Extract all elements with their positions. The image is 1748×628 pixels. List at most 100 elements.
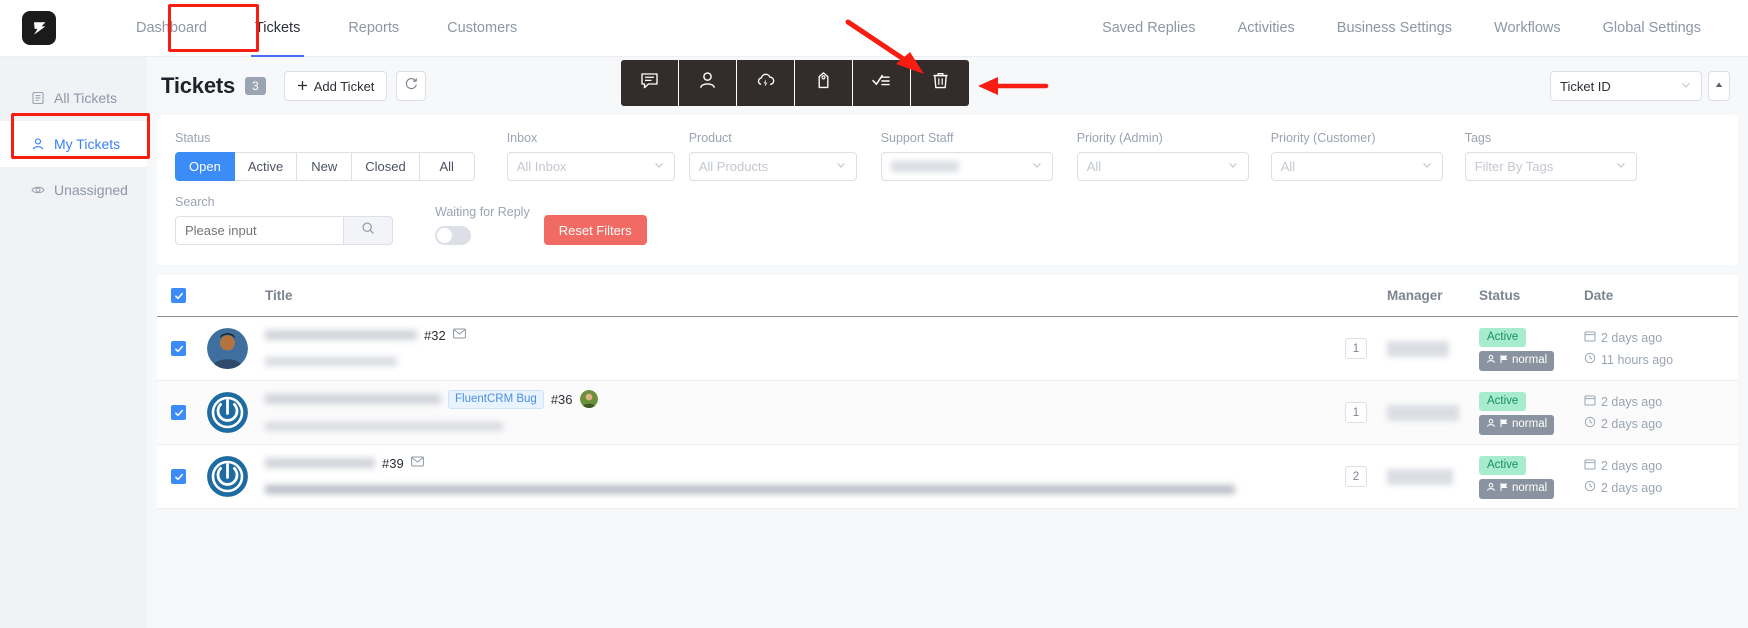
row-reply-cell: 1 xyxy=(1325,402,1387,423)
bulk-delete-button[interactable] xyxy=(911,60,969,106)
nav-item-customers[interactable]: Customers xyxy=(447,0,517,57)
created-date-line: 2 days ago xyxy=(1584,394,1724,409)
table-row[interactable]: #39 2 Active normal 2 days ago 2 days ag… xyxy=(157,445,1738,509)
flag-icon xyxy=(1499,354,1509,368)
filter-tags-label: Tags xyxy=(1464,131,1492,145)
refresh-icon xyxy=(405,77,418,95)
sort-direction-button[interactable] xyxy=(1708,71,1730,101)
status-option-all[interactable]: All xyxy=(419,152,475,181)
priority-admin-select[interactable]: All xyxy=(1076,152,1249,181)
column-header-title: Title xyxy=(265,288,293,303)
chevron-down-icon xyxy=(1680,79,1692,94)
row-checkbox[interactable] xyxy=(171,341,186,356)
chevron-down-icon xyxy=(1227,159,1239,174)
row-status-cell: Active normal xyxy=(1479,327,1584,371)
filter-support-staff-label: Support Staff xyxy=(880,131,954,145)
primary-nav: Dashboard Tickets Reports Customers xyxy=(112,0,541,57)
bulk-reply-button[interactable] xyxy=(621,60,679,106)
inbox-select[interactable]: All Inbox xyxy=(506,152,675,181)
updated-date-line: 11 hours ago xyxy=(1584,352,1724,367)
nav-item-global-settings[interactable]: Global Settings xyxy=(1603,0,1701,57)
nav-item-reports[interactable]: Reports xyxy=(348,0,399,57)
app-logo[interactable] xyxy=(22,11,56,45)
status-badge: Active xyxy=(1479,327,1527,347)
reset-filters-button[interactable]: Reset Filters xyxy=(543,215,647,245)
tag-icon xyxy=(813,70,834,96)
table-header-row: Title Manager Status Date xyxy=(157,275,1738,317)
sidebar-item-unassigned[interactable]: Unassigned xyxy=(0,167,147,213)
product-select-value: All Products xyxy=(698,159,769,174)
user-icon xyxy=(30,137,45,152)
search-input[interactable] xyxy=(175,216,343,245)
filters-panel: Status Open Active New Closed All Inbox … xyxy=(157,115,1738,265)
nav-item-dashboard[interactable]: Dashboard xyxy=(136,0,207,57)
filter-priority-admin-label: Priority (Admin) xyxy=(1076,131,1163,145)
nav-item-saved-replies[interactable]: Saved Replies xyxy=(1102,0,1196,57)
row-avatar-cell xyxy=(207,392,265,433)
chevron-down-icon xyxy=(1615,159,1627,174)
ticket-subject-redacted xyxy=(265,394,441,404)
nav-item-tickets[interactable]: Tickets xyxy=(250,0,305,57)
bulk-tag-button[interactable] xyxy=(795,60,853,106)
support-staff-select[interactable] xyxy=(880,152,1053,181)
refresh-button[interactable] xyxy=(396,71,427,101)
status-badge: Active xyxy=(1479,391,1527,411)
created-date: 2 days ago xyxy=(1601,394,1663,409)
avatar xyxy=(207,392,248,433)
search-button[interactable] xyxy=(343,216,393,245)
chevron-down-icon xyxy=(1031,159,1043,174)
sidebar-item-label: Unassigned xyxy=(54,182,128,198)
nav-item-business-settings[interactable]: Business Settings xyxy=(1337,0,1452,57)
priority-customer-select[interactable]: All xyxy=(1270,152,1443,181)
envelope-icon xyxy=(452,326,466,344)
filter-priority-customer: Priority (Customer) All xyxy=(1270,131,1443,181)
waiting-for-reply-toggle[interactable] xyxy=(435,226,471,245)
status-option-open[interactable]: Open xyxy=(175,152,235,181)
tickets-table: Title Manager Status Date #32 1 Active n… xyxy=(157,275,1738,509)
status-option-closed[interactable]: Closed xyxy=(352,152,420,181)
chevron-down-icon xyxy=(835,159,847,174)
avatar xyxy=(207,328,248,369)
table-row[interactable]: FluentCRM Bug #36 1 Active normal 2 days… xyxy=(157,381,1738,445)
row-select-cell xyxy=(171,341,207,356)
row-date-cell: 2 days ago 2 days ago xyxy=(1584,458,1724,495)
row-date-cell: 2 days ago 2 days ago xyxy=(1584,394,1724,431)
add-ticket-label: Add Ticket xyxy=(313,78,375,94)
chevron-down-icon xyxy=(1421,159,1433,174)
row-status-cell: Active normal xyxy=(1479,391,1584,435)
sidebar-item-all-tickets[interactable]: All Tickets xyxy=(0,75,147,121)
avatar xyxy=(207,456,248,497)
add-ticket-button[interactable]: Add Ticket xyxy=(283,71,388,101)
sidebar-item-my-tickets[interactable]: My Tickets xyxy=(0,121,147,167)
bulk-assign-agent-button[interactable] xyxy=(679,60,737,106)
created-date: 2 days ago xyxy=(1601,458,1663,473)
row-checkbox[interactable] xyxy=(171,405,186,420)
nav-item-activities[interactable]: Activities xyxy=(1238,0,1295,57)
chevron-down-icon xyxy=(653,159,665,174)
ticket-tag-chip[interactable]: FluentCRM Bug xyxy=(448,389,544,409)
sort-field-value: Ticket ID xyxy=(1560,78,1611,94)
table-row[interactable]: #32 1 Active normal 2 days ago 11 hours … xyxy=(157,317,1738,381)
row-avatar-cell xyxy=(207,456,265,497)
sort-field-select[interactable]: Ticket ID xyxy=(1550,71,1702,101)
ticket-subject-redacted xyxy=(265,330,417,340)
priority-label: normal xyxy=(1512,418,1548,430)
status-option-new[interactable]: New xyxy=(297,152,353,181)
filter-waiting-for-reply: Waiting for Reply xyxy=(435,205,530,245)
filter-search: Search xyxy=(175,195,393,245)
bulk-cloud-action-button[interactable] xyxy=(737,60,795,106)
row-title-cell: FluentCRM Bug #36 xyxy=(265,389,1325,436)
filter-priority-admin: Priority (Admin) All xyxy=(1076,131,1249,181)
status-option-active[interactable]: Active xyxy=(234,152,298,181)
nav-item-workflows[interactable]: Workflows xyxy=(1494,0,1561,57)
row-status-cell: Active normal xyxy=(1479,455,1584,499)
row-manager-cell xyxy=(1387,340,1479,357)
filters-row-secondary: Search Waiting for Reply xyxy=(175,195,1720,245)
row-checkbox[interactable] xyxy=(171,469,186,484)
search-icon xyxy=(361,221,375,240)
bulk-status-button[interactable] xyxy=(853,60,911,106)
tags-select[interactable]: Filter By Tags xyxy=(1464,152,1637,181)
page-title: Tickets xyxy=(161,73,236,98)
product-select[interactable]: All Products xyxy=(688,152,857,181)
select-all-checkbox[interactable] xyxy=(171,288,186,303)
